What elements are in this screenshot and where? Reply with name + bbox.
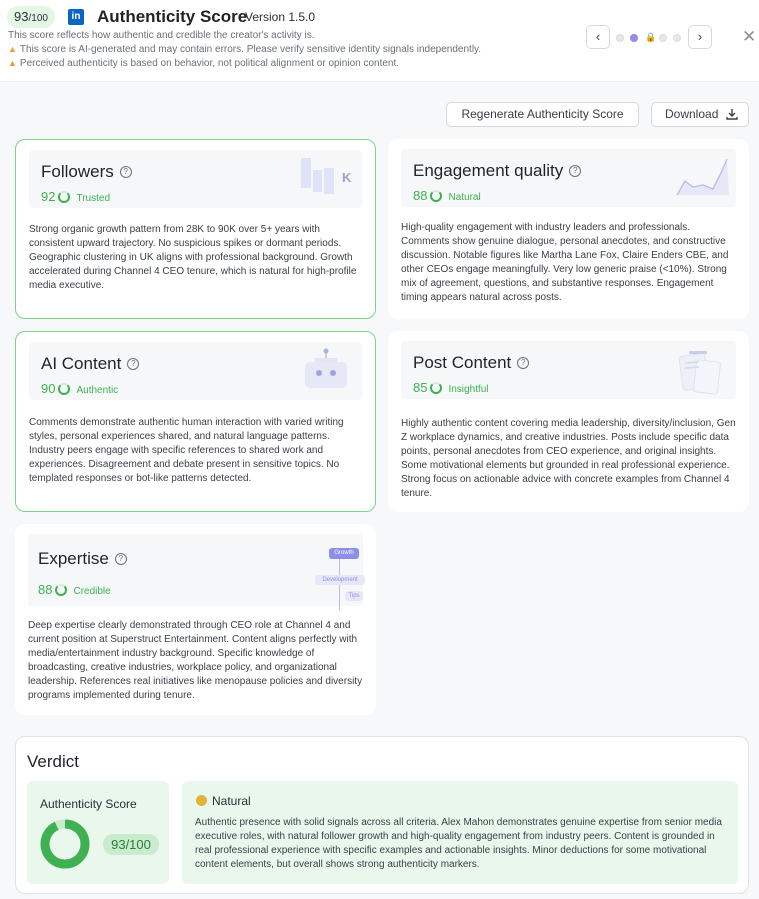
posts-stack-icon (673, 349, 725, 402)
score-ring-icon (430, 190, 443, 202)
card-title: Followers? (41, 162, 132, 182)
verdict-tag: Natural (196, 794, 251, 808)
close-icon[interactable]: ✕ (742, 27, 756, 47)
verdict-score-label: Authenticity Score (40, 797, 137, 811)
warning-text: Perceived authenticity is based on behav… (19, 58, 400, 69)
header: 93/100 in Authenticity Score Version 1.5… (0, 0, 759, 82)
download-label: Download (665, 107, 719, 121)
card-title: Post Content? (413, 353, 530, 373)
score-description: This score reflects how authentic and cr… (8, 30, 315, 41)
download-icon (726, 103, 738, 128)
score-label: Credible (73, 586, 111, 597)
score-donut-arc (40, 819, 90, 869)
regenerate-button[interactable]: Regenerate Authenticity Score (446, 102, 639, 127)
info-icon[interactable]: ? (119, 166, 132, 178)
verdict-text: Authentic presence with solid signals ac… (195, 817, 722, 870)
score-label: Natural (448, 192, 481, 203)
card-description: Comments demonstrate authentic human int… (29, 417, 344, 484)
page-dot[interactable] (673, 34, 681, 42)
score-ring-icon (55, 584, 68, 596)
info-icon[interactable]: ? (127, 358, 140, 370)
score-ring-icon (430, 382, 443, 394)
linkedin-icon: in (68, 9, 84, 25)
warning-text: This score is AI-generated and may conta… (19, 44, 482, 55)
expertise-tree-icon: Growth Development Tips (288, 548, 368, 611)
deco-label: K (342, 170, 352, 185)
followers-card: Followers? 92 Trusted K Strong organic gr… (15, 139, 376, 319)
warning-perceived: ▲ Perceived authenticity is based on beha… (8, 58, 399, 69)
deco-growth: Growth (329, 548, 359, 559)
card-score: 85 Insightful (413, 380, 489, 395)
score-badge: 93/100 (7, 6, 55, 28)
warning-icon: ▲ (8, 58, 17, 68)
natural-coin-icon (196, 795, 207, 806)
score-label: Insightful (448, 384, 489, 395)
warning-icon: ▲ (8, 44, 17, 54)
post-content-card: Post Content? 85 Insightful Highly authen… (388, 331, 749, 512)
card-title: Expertise? (38, 549, 127, 569)
engagement-card: Engagement quality? 88 Natural High-quali… (388, 139, 749, 319)
card-header: Post Content? 85 Insightful (401, 341, 736, 399)
pagination-dots: 🔒 (616, 32, 684, 43)
verdict-score-pill: 93/100 (103, 834, 159, 855)
verdict-section: Verdict Authenticity Score 93/100 Natura… (15, 736, 749, 894)
score-total: /100 (28, 13, 48, 24)
card-score: 88 Natural (413, 188, 481, 203)
score-value: 93 (14, 9, 29, 24)
card-description: High-quality engagement with industry le… (401, 222, 729, 303)
card-description: Strong organic growth pattern from 28K t… (29, 224, 357, 291)
card-description: Deep expertise clearly demonstrated thro… (28, 620, 363, 701)
info-icon[interactable]: ? (569, 165, 582, 177)
verdict-tag-label: Natural (212, 794, 251, 808)
card-score: 90 Authentic (41, 381, 119, 396)
expertise-card: Expertise? 88 Credible Growth Development… (15, 524, 376, 715)
ai-content-card: AI Content? 90 Authentic Comments demonst… (15, 331, 376, 512)
info-icon[interactable]: ? (517, 357, 530, 369)
followers-chart-icon: K (301, 158, 361, 203)
score-ring-icon (58, 383, 71, 395)
card-description: Highly authentic content covering media … (401, 418, 736, 499)
page-title: Authenticity Score (97, 7, 248, 26)
score-ring-icon (58, 191, 71, 203)
prev-button[interactable]: ‹ (586, 25, 610, 49)
deco-development: Development (315, 575, 365, 585)
download-button[interactable]: Download (651, 102, 749, 127)
card-header: Engagement quality? 88 Natural (401, 149, 736, 207)
page-dot-active[interactable] (630, 34, 638, 42)
card-title: Engagement quality? (413, 161, 582, 181)
engagement-trend-icon (675, 155, 731, 206)
robot-icon (301, 348, 351, 399)
score-donut (40, 819, 90, 869)
page-dot[interactable] (659, 34, 667, 42)
next-button[interactable]: › (688, 25, 712, 49)
card-header: Expertise? 88 Credible Growth Development… (28, 534, 365, 611)
card-header: Followers? 92 Trusted K (29, 150, 362, 208)
card-title: AI Content? (41, 354, 140, 374)
verdict-score-panel: Authenticity Score 93/100 (27, 781, 169, 884)
warning-ai-generated: ▲ This score is AI-generated and may cont… (8, 44, 481, 55)
score-label: Authentic (76, 385, 119, 396)
lock-icon: 🔒 (645, 32, 657, 42)
score-label: Trusted (76, 193, 110, 204)
info-icon[interactable]: ? (114, 553, 127, 565)
card-header: AI Content? 90 Authentic (29, 342, 362, 400)
page-dot[interactable] (616, 34, 624, 42)
card-score: 88 Credible (38, 582, 111, 597)
card-score: 92 Trusted (41, 189, 110, 204)
verdict-title: Verdict (27, 752, 79, 771)
version-label: Version 1.5.0 (245, 10, 316, 24)
verdict-summary-panel: Natural Authentic presence with solid si… (182, 781, 738, 884)
deco-tips: Tips (345, 591, 363, 601)
